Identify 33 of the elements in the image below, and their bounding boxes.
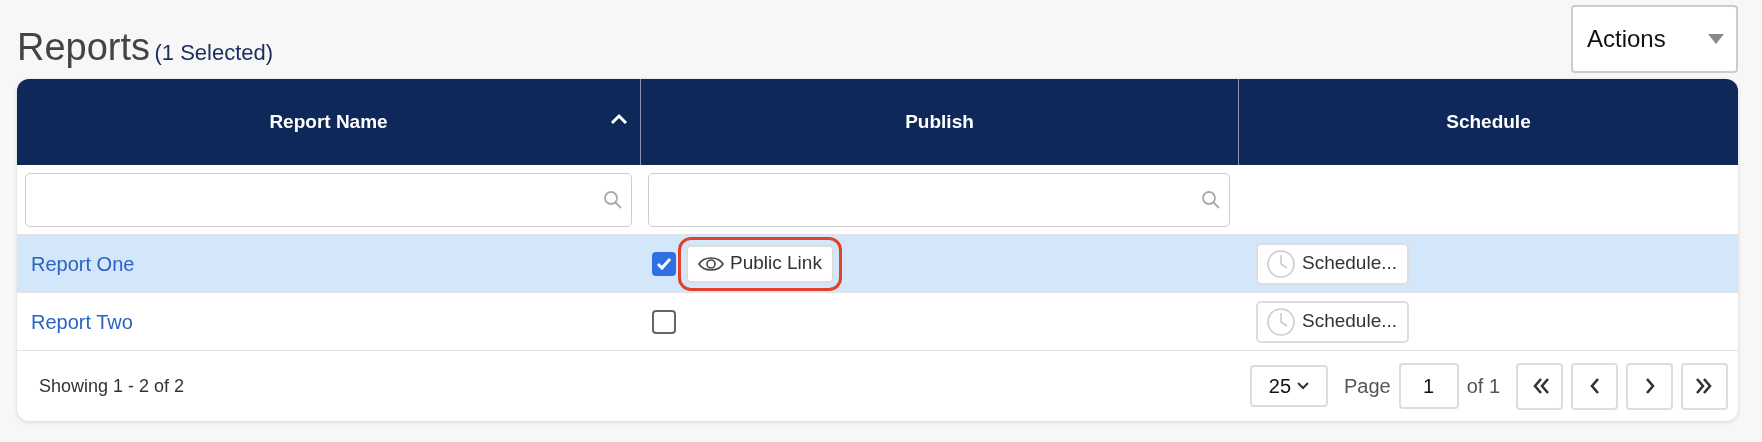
search-field[interactable] xyxy=(648,173,1230,227)
page-total: of 1 xyxy=(1466,374,1500,399)
clock-icon xyxy=(1266,306,1296,337)
checkmark-icon xyxy=(656,256,672,271)
page-input[interactable]: 1 xyxy=(1398,363,1459,409)
table-row[interactable]: Report Two xyxy=(17,293,640,351)
checkbox[interactable] xyxy=(652,309,676,334)
last-page-button[interactable] xyxy=(1681,362,1728,410)
column-header[interactable]: Schedule xyxy=(1238,79,1738,165)
search-icon xyxy=(603,190,623,210)
actions-dropdown[interactable]: Actions xyxy=(1571,5,1738,73)
schedule-button[interactable]: Schedule... xyxy=(1256,300,1410,343)
chevron-down-icon xyxy=(1297,382,1310,390)
schedule-button[interactable]: Schedule... xyxy=(1256,242,1410,285)
search-field[interactable] xyxy=(25,173,632,227)
report-link[interactable]: Report One xyxy=(31,248,135,279)
eye-icon xyxy=(698,254,724,273)
previous-page-button[interactable] xyxy=(1571,362,1618,410)
page-size-select[interactable]: 25 xyxy=(1249,365,1328,407)
search-icon xyxy=(1201,190,1221,210)
page-label: Page xyxy=(1343,374,1391,399)
page-title: Reports xyxy=(17,26,151,68)
table-row[interactable]: Report One xyxy=(17,235,640,293)
selection-count: (1 Selected) xyxy=(154,40,274,65)
column-header[interactable]: Publish xyxy=(640,79,1238,165)
caret-icon xyxy=(1708,34,1724,44)
next-page-button[interactable] xyxy=(1626,362,1673,410)
pagination-summary: Showing 1 - 2 of 2 xyxy=(39,374,185,398)
report-link[interactable]: Report Two xyxy=(31,306,133,337)
first-page-button[interactable] xyxy=(1516,362,1563,410)
checkbox[interactable] xyxy=(652,251,676,276)
column-header[interactable]: Report Name xyxy=(17,79,640,165)
clock-icon xyxy=(1266,248,1296,279)
